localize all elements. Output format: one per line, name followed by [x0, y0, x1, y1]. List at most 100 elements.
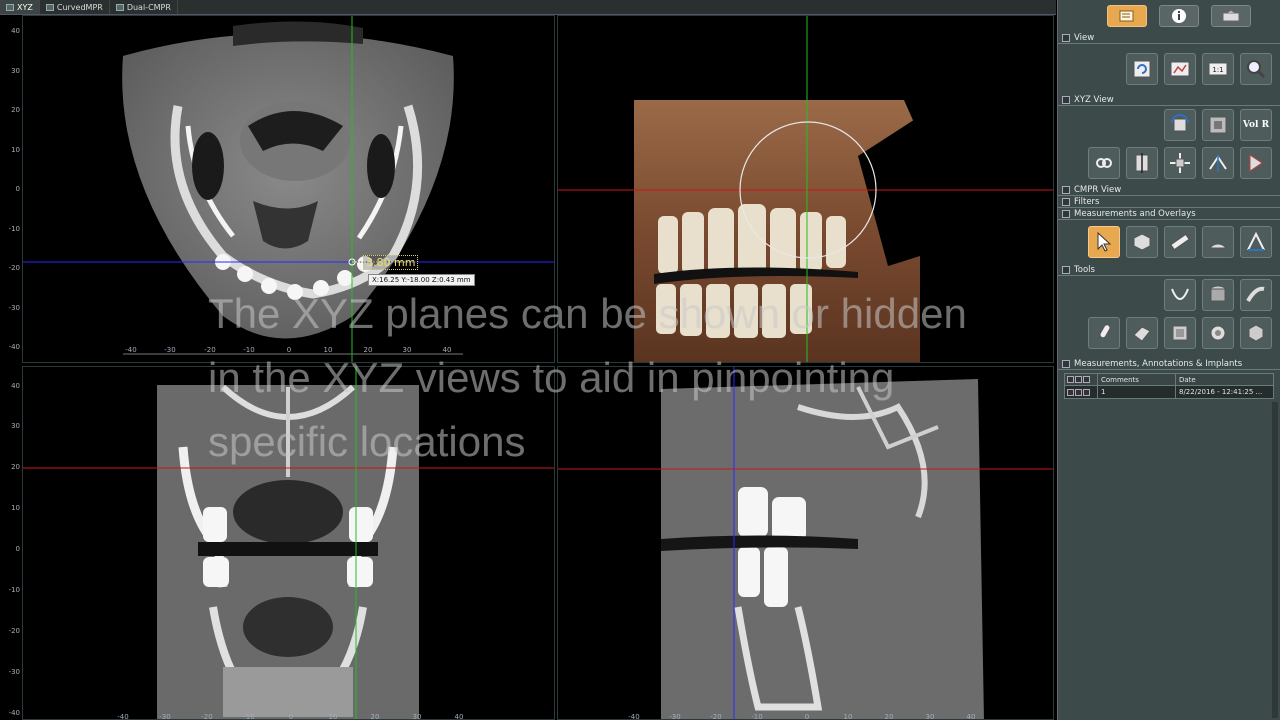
- app-window: XYZ CurvedMPR Dual-CMPR 40 30 20 10 0 -1…: [0, 0, 1280, 720]
- section-toggle[interactable]: [1062, 95, 1070, 104]
- viewport-sagittal[interactable]: -40 -30 -20 -10 0 10 20 30 40: [557, 366, 1054, 720]
- fit-image-button[interactable]: [1164, 53, 1196, 85]
- clip-button[interactable]: [1126, 317, 1158, 349]
- flip-button[interactable]: [1202, 147, 1234, 179]
- reset-view-button[interactable]: [1126, 53, 1158, 85]
- sculpt-icon: [1172, 325, 1188, 341]
- ruler-tick: 20: [884, 713, 894, 720]
- rotate-planes-button[interactable]: [1164, 109, 1196, 141]
- volume-clip-button[interactable]: [1240, 317, 1272, 349]
- section-label: Measurements, Annotations & Implants: [1074, 358, 1243, 369]
- tab-xyz[interactable]: XYZ: [0, 0, 40, 14]
- sagittal-slice-image: [558, 367, 1053, 719]
- column-header-date[interactable]: Date: [1175, 374, 1273, 385]
- ruler-horizontal-sagittal: -40 -30 -20 -10 0 10 20 30 40: [558, 713, 1053, 720]
- annotations-table-header: Comments Date: [1065, 374, 1273, 386]
- slab-view-icon: [1209, 116, 1227, 134]
- tab-dual-cmpr-icon: [115, 3, 124, 11]
- ruler-type-icon: [1067, 388, 1074, 396]
- link-button[interactable]: [1088, 147, 1120, 179]
- ruler-tick: -20: [201, 713, 213, 720]
- implant-button[interactable]: [1202, 279, 1234, 311]
- ruler-tick: -40: [628, 713, 640, 720]
- zoom-button[interactable]: [1240, 53, 1272, 85]
- section-view[interactable]: View: [1058, 32, 1280, 44]
- slab-view-button[interactable]: [1202, 109, 1234, 141]
- airway-button[interactable]: [1240, 279, 1272, 311]
- table-row[interactable]: 1 8/22/2016 - 12:41:25 ...: [1065, 386, 1273, 398]
- row-comment: 1: [1097, 386, 1175, 398]
- ruler-tick: 40: [11, 382, 20, 390]
- ruler-button[interactable]: [1164, 226, 1196, 258]
- export-button[interactable]: [1211, 5, 1251, 27]
- section-label: View: [1074, 32, 1095, 43]
- ruler-icon: [1170, 233, 1190, 251]
- viewport-axial[interactable]: -40 -30 -20 -10 0 10 20 30 40 3.80 mm X:…: [22, 15, 555, 363]
- mirror-icon: [1249, 154, 1263, 172]
- section-xyz-view[interactable]: XYZ View: [1058, 94, 1280, 106]
- angle-icon: [1208, 243, 1228, 249]
- annotation-button[interactable]: [1126, 226, 1158, 258]
- lock-icon[interactable]: [1083, 388, 1090, 396]
- ruler-tick: -10: [8, 225, 20, 233]
- mirror-button[interactable]: [1240, 147, 1272, 179]
- slice-spacing-button[interactable]: [1126, 147, 1158, 179]
- ruler-tick: 0: [288, 713, 294, 720]
- volume-clip-icon: [1248, 324, 1264, 342]
- ruler-tick: 0: [15, 545, 20, 553]
- ruler-tick: 10: [11, 146, 20, 154]
- section-cmpr-view[interactable]: CMPR View: [1058, 184, 1280, 196]
- select-pointer-button[interactable]: [1088, 226, 1120, 258]
- tab-xyz-label: XYZ: [17, 2, 33, 12]
- nerve-canal-icon: [1247, 231, 1265, 251]
- rotate-planes-icon: [1171, 114, 1189, 132]
- ruler-tick: -10: [8, 586, 20, 594]
- lock-icon: [1083, 376, 1090, 383]
- viewport-3d-render[interactable]: [557, 15, 1054, 363]
- segment-button[interactable]: [1202, 317, 1234, 349]
- section-measurements-annotations-implants[interactable]: Measurements, Annotations & Implants: [1058, 358, 1280, 370]
- annotations-table: Comments Date 1 8/22/2016 - 12:41:25 ...: [1064, 373, 1274, 399]
- implant-icon: [1210, 285, 1226, 302]
- section-toggle[interactable]: [1062, 185, 1070, 194]
- info-button[interactable]: [1159, 5, 1199, 27]
- section-toggle[interactable]: [1062, 209, 1070, 218]
- export-icon: [1222, 9, 1240, 22]
- volume-render-button[interactable]: Vol R: [1240, 109, 1272, 141]
- ruler-tick: 40: [966, 713, 976, 720]
- section-filters[interactable]: Filters: [1058, 196, 1280, 208]
- notes-button[interactable]: [1107, 5, 1147, 27]
- crosshair-button[interactable]: [1164, 147, 1196, 179]
- section-toggle[interactable]: [1062, 33, 1070, 42]
- flip-icon: [1209, 154, 1227, 172]
- ruler-tick: -10: [243, 346, 255, 354]
- section-toggle[interactable]: [1062, 265, 1070, 274]
- ruler-tick: -40: [125, 346, 137, 354]
- curve-tool-button[interactable]: [1164, 279, 1196, 311]
- measurement-label[interactable]: 3.80 mm: [363, 255, 419, 270]
- section-tools[interactable]: Tools: [1058, 264, 1280, 276]
- tab-dual-cmpr[interactable]: Dual-CMPR: [110, 0, 178, 14]
- nerve-canal-button[interactable]: [1240, 226, 1272, 258]
- section-toggle[interactable]: [1062, 197, 1070, 206]
- sculpt-button[interactable]: [1164, 317, 1196, 349]
- section-toggle[interactable]: [1062, 359, 1070, 368]
- column-header-comments[interactable]: Comments: [1097, 374, 1175, 385]
- visible-checkbox[interactable]: [1075, 388, 1082, 396]
- ruler-tick: -20: [204, 346, 216, 354]
- panel-scrollbar[interactable]: [1272, 402, 1278, 718]
- ruler-tick: -40: [8, 343, 20, 351]
- section-measurements-overlays[interactable]: Measurements and Overlays: [1058, 208, 1280, 220]
- angle-button[interactable]: [1202, 226, 1234, 258]
- one-to-one-button[interactable]: 1:1: [1202, 53, 1234, 85]
- tab-curved-mpr[interactable]: CurvedMPR: [40, 0, 110, 14]
- section-label: Measurements and Overlays: [1074, 208, 1196, 219]
- ruler-tick: -30: [159, 713, 171, 720]
- viewport-coronal[interactable]: -40 -30 -20 -10 0 10 20 30 40: [22, 366, 555, 720]
- ruler-tick: 40: [442, 346, 452, 354]
- probe-button[interactable]: [1088, 317, 1120, 349]
- ruler-tick: 20: [11, 463, 20, 471]
- ruler-tick: 30: [402, 346, 412, 354]
- section-label: Filters: [1074, 196, 1100, 207]
- view-tools: 1:1: [1058, 44, 1280, 94]
